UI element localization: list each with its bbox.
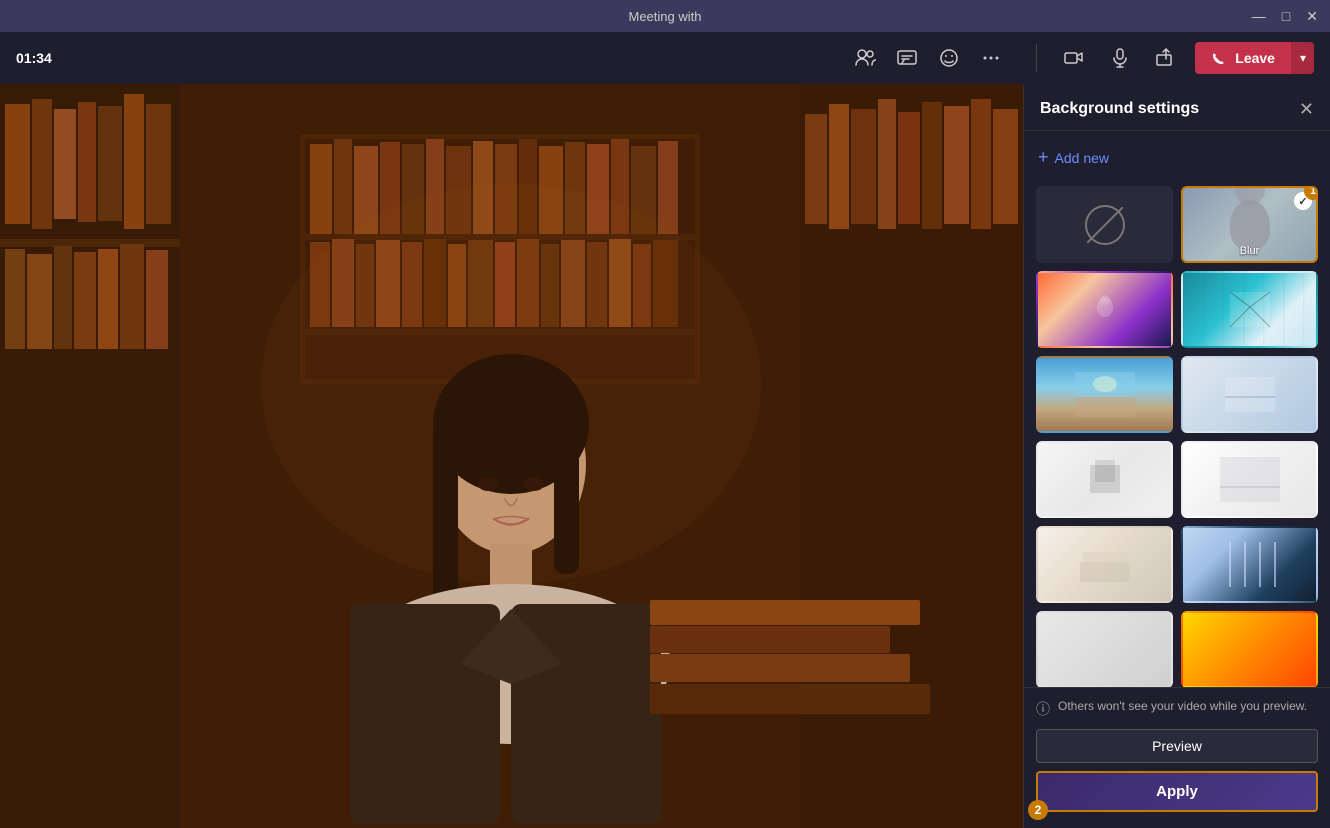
add-new-label: Add new: [1055, 150, 1109, 166]
leave-group: Leave ▾: [1195, 42, 1314, 74]
background-item-hallway[interactable]: [1181, 271, 1318, 348]
background-item-grey[interactable]: [1036, 611, 1173, 687]
video-toggle-button[interactable]: [1057, 41, 1091, 75]
colorful-inner: [1038, 273, 1171, 346]
panel-footer: ⓘ Others won't see your video while you …: [1024, 687, 1330, 828]
apply-badge: 2: [1028, 800, 1048, 820]
office-svg: [1220, 542, 1280, 587]
window-controls: — □ ✕: [1252, 9, 1318, 23]
leave-button[interactable]: Leave: [1195, 42, 1291, 74]
desert-inner: [1038, 358, 1171, 431]
white2-inner: [1183, 443, 1316, 516]
top-bar: 01:34: [0, 32, 1330, 84]
background-item-white1[interactable]: [1036, 441, 1173, 518]
mic-icon: [1109, 47, 1131, 69]
apply-btn-wrapper: 2 Apply: [1036, 771, 1318, 812]
more-icon: [980, 47, 1002, 69]
background-grid: 1 Blur ✓: [1036, 186, 1318, 687]
colorful-decoration: [1090, 292, 1120, 327]
hallway-svg: [1220, 287, 1280, 332]
more-button[interactable]: [974, 41, 1008, 75]
background-item-modern[interactable]: [1181, 356, 1318, 433]
background-item-bedroom[interactable]: [1036, 526, 1173, 603]
background-item-office[interactable]: [1181, 526, 1318, 603]
grey1-inner: [1038, 613, 1171, 686]
maximize-button[interactable]: □: [1282, 9, 1290, 23]
background-item-none[interactable]: [1036, 186, 1173, 263]
preview-button[interactable]: Preview: [1036, 729, 1318, 763]
yellowwarm-inner: [1183, 613, 1316, 686]
panel-header: Background settings ✕: [1024, 84, 1330, 131]
mic-toggle-button[interactable]: [1103, 41, 1137, 75]
background-item-desert[interactable]: [1036, 356, 1173, 433]
info-icon: ⓘ: [1036, 699, 1050, 719]
background-item-blur[interactable]: 1 Blur ✓: [1181, 186, 1318, 263]
panel-title: Background settings: [1040, 100, 1199, 118]
video-background: [0, 84, 1023, 828]
white1-svg: [1075, 457, 1135, 502]
chat-icon: [896, 47, 918, 69]
chat-button[interactable]: [890, 41, 924, 75]
video-icon: [1063, 47, 1085, 69]
call-timer: 01:34: [16, 50, 56, 66]
bedroom-svg: [1075, 542, 1135, 587]
notice-row: ⓘ Others won't see your video while you …: [1036, 698, 1318, 719]
white1-inner: [1038, 443, 1171, 516]
background-svg: [0, 84, 1023, 828]
desert-svg: [1075, 372, 1135, 417]
apply-button[interactable]: Apply: [1036, 771, 1318, 812]
add-new-background-button[interactable]: + Add new: [1036, 143, 1111, 172]
minimize-button[interactable]: —: [1252, 9, 1266, 23]
top-bar-divider: [1036, 44, 1037, 72]
leave-dropdown-button[interactable]: ▾: [1291, 42, 1314, 74]
panel-body: + Add new 1 Blur ✓: [1024, 131, 1330, 687]
reactions-icon: [938, 47, 960, 69]
panel-close-button[interactable]: ✕: [1299, 100, 1314, 118]
participants-button[interactable]: [848, 41, 882, 75]
top-icon-group: [848, 41, 1008, 75]
blur-silhouette: [1230, 200, 1270, 250]
none-icon: [1085, 205, 1125, 245]
none-inner: [1038, 188, 1171, 261]
video-area: [0, 84, 1023, 828]
background-item-yellowwarm[interactable]: [1181, 611, 1318, 687]
participants-icon: [854, 47, 876, 69]
modern-inner: [1183, 358, 1316, 431]
office-inner: [1183, 528, 1316, 601]
notice-text: Others won't see your video while you pr…: [1058, 698, 1307, 715]
blur-label: Blur: [1240, 245, 1260, 257]
white2-svg: [1220, 457, 1280, 502]
background-item-colorful[interactable]: [1036, 271, 1173, 348]
share-icon: [1155, 47, 1177, 69]
reactions-button[interactable]: [932, 41, 966, 75]
background-item-white2[interactable]: [1181, 441, 1318, 518]
background-settings-panel: Background settings ✕ + Add new 1: [1023, 84, 1330, 828]
close-window-button[interactable]: ✕: [1306, 9, 1318, 23]
main-content: Background settings ✕ + Add new 1: [0, 84, 1330, 828]
hallway-inner: [1183, 273, 1316, 346]
add-icon: +: [1038, 147, 1049, 168]
bedroom-inner: [1038, 528, 1171, 601]
title-bar: Meeting with — □ ✕: [0, 0, 1330, 32]
window-title: Meeting with: [629, 9, 702, 24]
phone-icon: [1211, 50, 1227, 66]
modern-svg: [1220, 372, 1280, 417]
share-button[interactable]: [1149, 41, 1183, 75]
